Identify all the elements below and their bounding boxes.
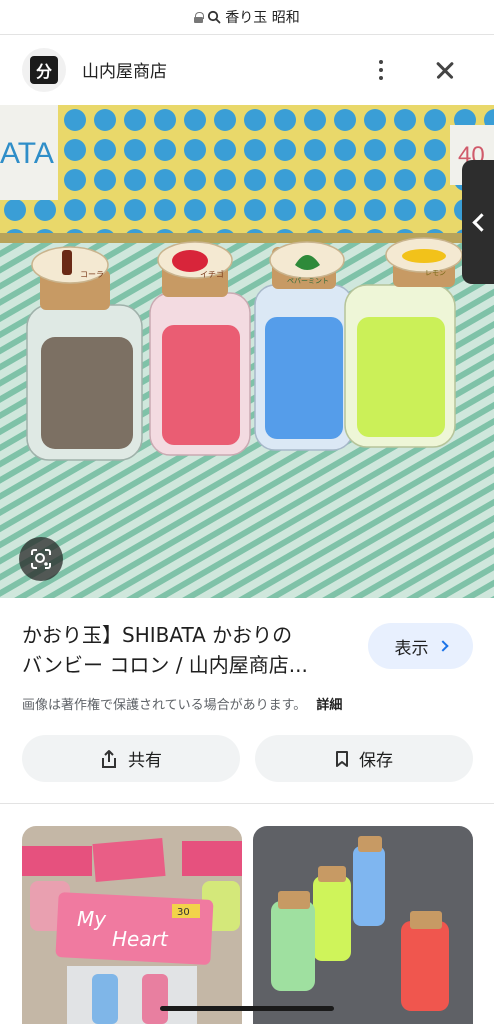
site-favicon[interactable]: 分 xyxy=(22,48,66,92)
search-icon xyxy=(208,10,221,24)
side-panel-handle[interactable] xyxy=(462,160,494,284)
jar-label: レモン xyxy=(425,269,446,277)
share-label: 共有 xyxy=(128,751,162,771)
chevron-right-icon xyxy=(436,640,449,652)
more-options-icon[interactable] xyxy=(371,55,391,85)
visit-button[interactable]: 表示 xyxy=(368,623,473,669)
thumb-text: Heart xyxy=(112,927,169,951)
thumb-text: My xyxy=(77,907,107,931)
url-text: 香り玉 昭和 xyxy=(225,10,300,26)
save-button[interactable]: 保存 xyxy=(255,735,473,782)
main-image[interactable]: ATA 40 コーラ イチゴ ペパーミント レモン xyxy=(0,105,494,598)
url-bar[interactable]: 香り玉 昭和 xyxy=(0,0,494,34)
title-line-2: バンビー コロン / 山内屋商店... xyxy=(22,653,308,677)
related-image[interactable]: My Heart 30 xyxy=(22,826,242,1024)
lens-icon[interactable] xyxy=(19,537,63,581)
result-title[interactable]: かおり玉】SHIBATA かおりの バンビー コロン / 山内屋商店... xyxy=(22,620,352,680)
share-icon xyxy=(102,749,116,768)
jar-label: イチゴ xyxy=(200,269,224,279)
close-icon[interactable] xyxy=(430,55,460,85)
jar-label: ペパーミント xyxy=(287,277,329,285)
thumb-price: 30 xyxy=(177,907,190,918)
favicon-glyph: 分 xyxy=(30,56,58,84)
divider xyxy=(0,803,494,804)
copyright-notice: 画像は著作権で保護されている場合があります。 詳細 xyxy=(22,694,342,713)
related-image[interactable] xyxy=(253,826,473,1024)
bookmark-icon xyxy=(336,750,348,767)
home-indicator xyxy=(160,1006,334,1011)
save-label: 保存 xyxy=(359,751,393,771)
site-name[interactable]: 山内屋商店 xyxy=(82,57,167,82)
result-header: 分 山内屋商店 xyxy=(0,35,494,105)
box-text-left: ATA xyxy=(0,137,54,170)
title-line-1: かおり玉】SHIBATA かおりの xyxy=(22,623,293,647)
share-button[interactable]: 共有 xyxy=(22,735,240,782)
details-link[interactable]: 詳細 xyxy=(316,694,342,713)
copyright-text: 画像は著作権で保護されている場合があります。 xyxy=(22,698,307,713)
jar-label: コーラ xyxy=(80,270,104,279)
visit-label: 表示 xyxy=(394,638,429,659)
lock-icon xyxy=(194,11,205,23)
